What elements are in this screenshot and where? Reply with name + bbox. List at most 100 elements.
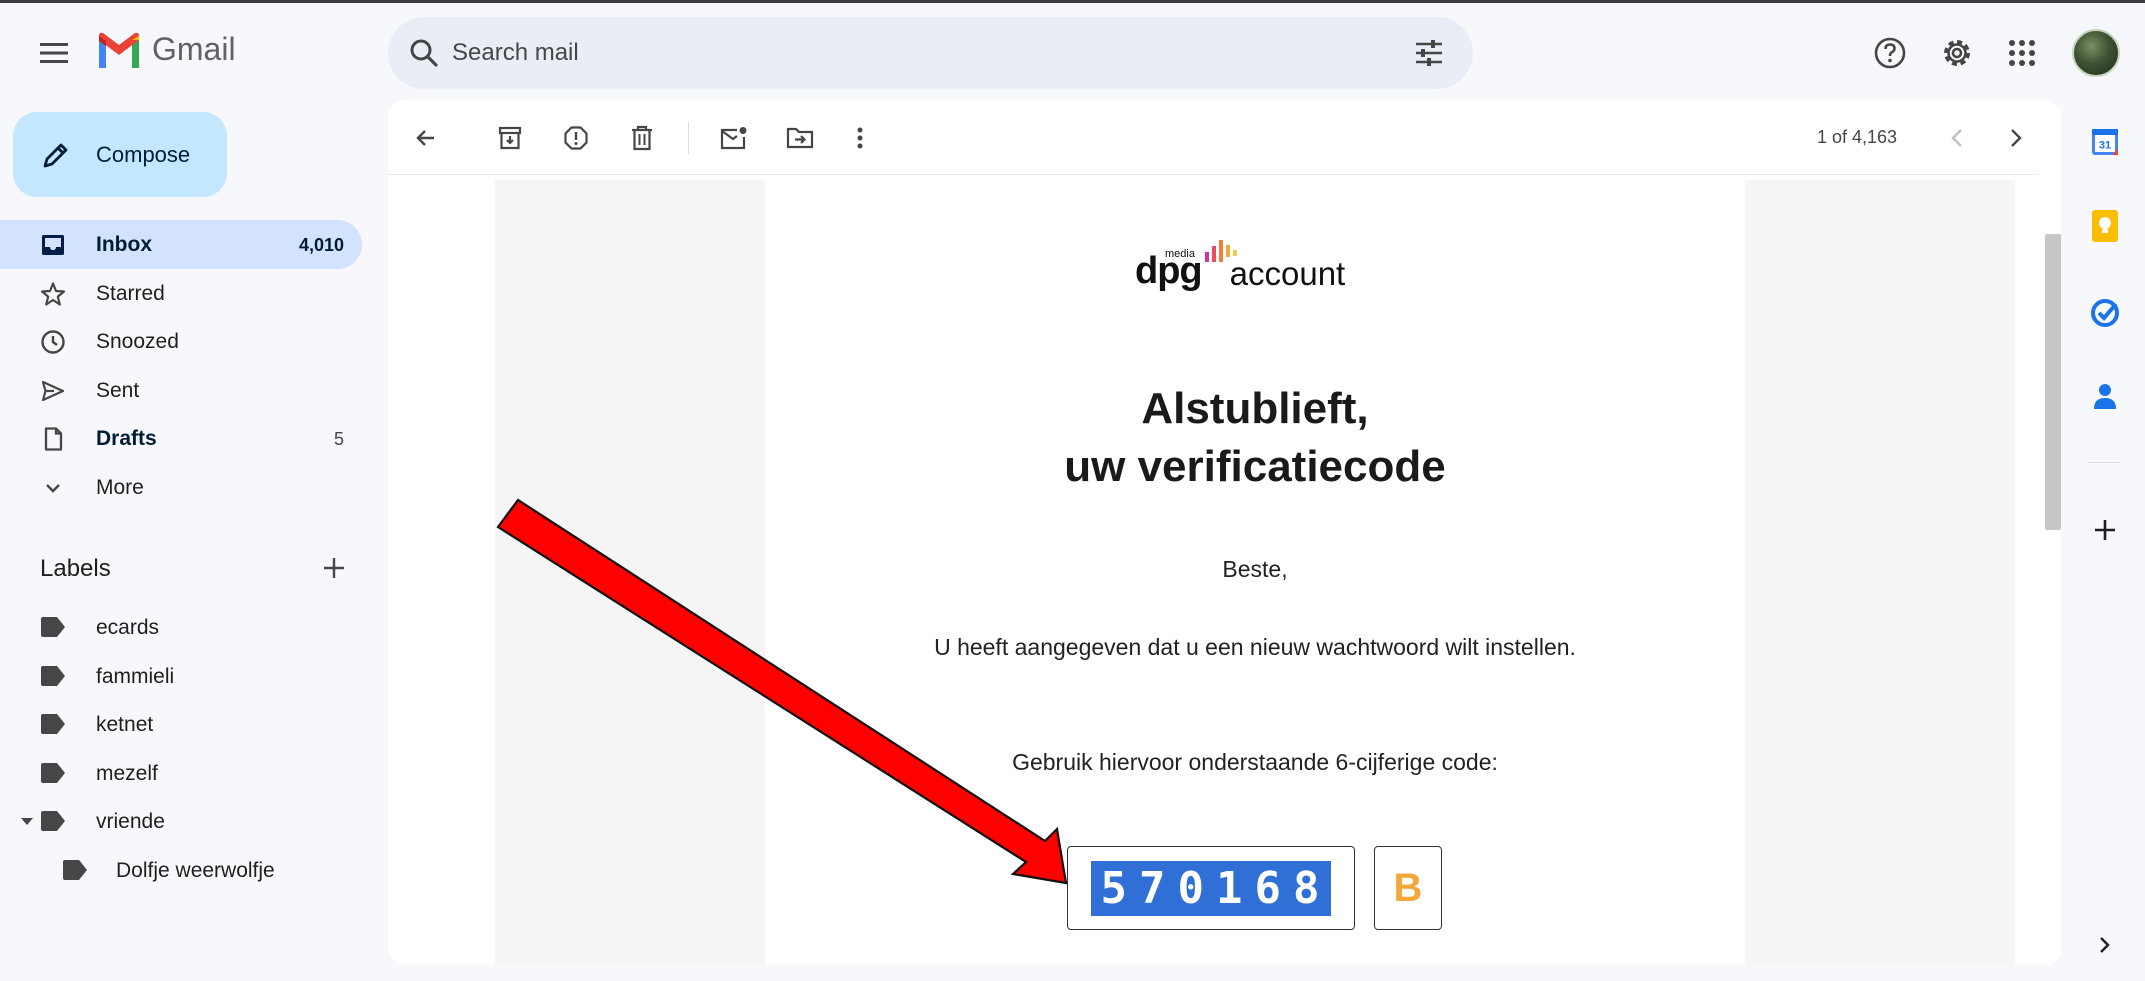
email-greeting: Beste,	[1222, 556, 1288, 582]
email-paragraph-1: U heeft aangegeven dat u een nieuw wacht…	[934, 634, 1576, 660]
gmail-logo[interactable]: Gmail	[96, 31, 236, 68]
message-toolbar: 1 of 4,163	[388, 100, 2038, 175]
more-vert-icon	[857, 127, 863, 149]
report-spam-button[interactable]	[556, 118, 596, 158]
scrollbar-thumb[interactable]	[2045, 234, 2061, 530]
email-headline: Alstublieft, uw verificatiecode	[765, 380, 1745, 496]
show-side-panel-button[interactable]	[2087, 927, 2123, 963]
mail-nav: Inbox 4,010 Starred Snoozed Sent Drafts …	[0, 220, 362, 511]
verification-code-box[interactable]: 570168	[1067, 846, 1355, 930]
unread-count: 4,010	[298, 235, 344, 255]
plus-icon	[2095, 520, 2115, 540]
nav-item-sent[interactable]: Sent	[0, 366, 362, 415]
label-item-vriende[interactable]: vriende	[0, 797, 362, 846]
brand-account-text: account	[1229, 255, 1346, 292]
back-button[interactable]	[406, 118, 446, 158]
headline-line-1: Alstublieft,	[1141, 384, 1369, 433]
toolbar-divider	[688, 122, 689, 154]
header: Gmail	[0, 3, 2145, 101]
nav-label: Sent	[96, 378, 140, 402]
search-input[interactable]	[452, 31, 1352, 75]
nav-item-inbox[interactable]: Inbox 4,010	[0, 220, 362, 269]
label-name: fammieli	[96, 664, 175, 688]
nav-item-starred[interactable]: Starred	[0, 269, 362, 318]
label-tag-icon	[41, 811, 65, 831]
app-name: Gmail	[152, 31, 236, 67]
search-icon[interactable]	[408, 37, 440, 69]
calendar-icon: 31	[2092, 129, 2118, 155]
chevron-right-icon	[2100, 937, 2110, 953]
settings-button[interactable]	[1937, 33, 1977, 73]
label-tag-icon	[41, 762, 65, 783]
label-item-mezelf[interactable]: mezelf	[0, 749, 362, 798]
tasks-icon	[2091, 299, 2119, 327]
mark-unread-icon	[720, 127, 747, 150]
headline-line-2: uw verificatiecode	[1064, 442, 1446, 491]
labels-heading: Labels	[40, 555, 111, 582]
chevron-right-icon	[2011, 129, 2022, 147]
tasks-app-button[interactable]	[2087, 295, 2123, 331]
contacts-app-button[interactable]	[2087, 378, 2123, 414]
email-body-area: media dpg account Alstublieft, uw verifi…	[495, 180, 2015, 965]
arrow-back-icon	[416, 130, 434, 146]
nav-item-more[interactable]: More	[0, 463, 362, 512]
label-list: ecards fammieli ketnet mezelf vriende Do…	[0, 603, 362, 894]
clock-icon	[41, 330, 65, 354]
brand-media-text: media	[1165, 248, 1195, 260]
account-avatar[interactable]	[2072, 29, 2120, 77]
label-name: ketnet	[96, 713, 154, 736]
compose-button[interactable]: Compose	[13, 112, 227, 197]
gear-icon	[1944, 40, 1970, 66]
nav-item-snoozed[interactable]: Snoozed	[0, 317, 362, 366]
label-item-fammieli[interactable]: fammieli	[0, 652, 362, 701]
newer-button[interactable]	[1937, 118, 1977, 158]
dpg-account-logo: media dpg account	[1135, 240, 1346, 292]
nav-label: Starred	[96, 281, 165, 305]
label-item-ketnet[interactable]: ketnet	[0, 700, 362, 749]
nav-label: Snoozed	[96, 330, 179, 353]
label-name: mezelf	[96, 761, 158, 785]
label-name: ecards	[96, 616, 160, 639]
nav-label: More	[96, 475, 144, 499]
message-position: 1 of 4,163	[1817, 127, 1898, 147]
mark-unread-button[interactable]	[714, 118, 754, 158]
keep-icon	[2092, 210, 2118, 242]
nav-item-drafts[interactable]: Drafts 5	[0, 414, 362, 463]
main-menu-button[interactable]	[30, 33, 78, 73]
search-bar[interactable]	[388, 17, 1473, 89]
add-label-icon[interactable]	[318, 552, 350, 584]
google-apps-button[interactable]	[2002, 33, 2042, 73]
get-addons-button[interactable]	[2087, 512, 2123, 548]
move-to-folder-icon	[786, 127, 814, 149]
draft-count: 5	[333, 429, 344, 449]
delete-button[interactable]	[622, 118, 662, 158]
nav-label: Inbox	[96, 233, 152, 256]
chevron-down-icon	[46, 483, 60, 493]
archive-button[interactable]	[490, 118, 530, 158]
support-button[interactable]	[1870, 33, 1910, 73]
trash-icon	[632, 125, 652, 151]
label-tag-icon	[41, 617, 65, 637]
more-options-button[interactable]	[840, 118, 880, 158]
side-panel-divider	[2088, 462, 2120, 463]
label-tag-icon	[63, 859, 87, 880]
star-icon	[40, 281, 66, 306]
move-to-button[interactable]	[780, 118, 820, 158]
help-icon	[1874, 37, 1906, 69]
label-item-dolfje-weerwolfje[interactable]: Dolfje weerwolfje	[0, 846, 362, 895]
search-options-icon[interactable]	[1413, 37, 1445, 69]
label-item-ecards[interactable]: ecards	[0, 603, 362, 652]
expand-caret-icon[interactable]	[21, 818, 33, 825]
label-name: vriende	[96, 810, 165, 833]
older-button[interactable]	[1996, 118, 2036, 158]
email-content: media dpg account Alstublieft, uw verifi…	[765, 180, 1745, 965]
nav-label: Drafts	[96, 427, 157, 450]
keep-app-button[interactable]	[2087, 208, 2123, 244]
reading-pane: 1 of 4,163 media dpg account Alstublieft…	[388, 100, 2061, 965]
label-tag-icon	[41, 714, 65, 734]
label-tag-icon	[41, 665, 65, 686]
verification-code[interactable]: 570168	[1090, 860, 1332, 916]
svg-text:31: 31	[2099, 140, 2111, 152]
calendar-app-button[interactable]: 31	[2087, 124, 2123, 160]
code-extra-box: B	[1374, 846, 1442, 930]
